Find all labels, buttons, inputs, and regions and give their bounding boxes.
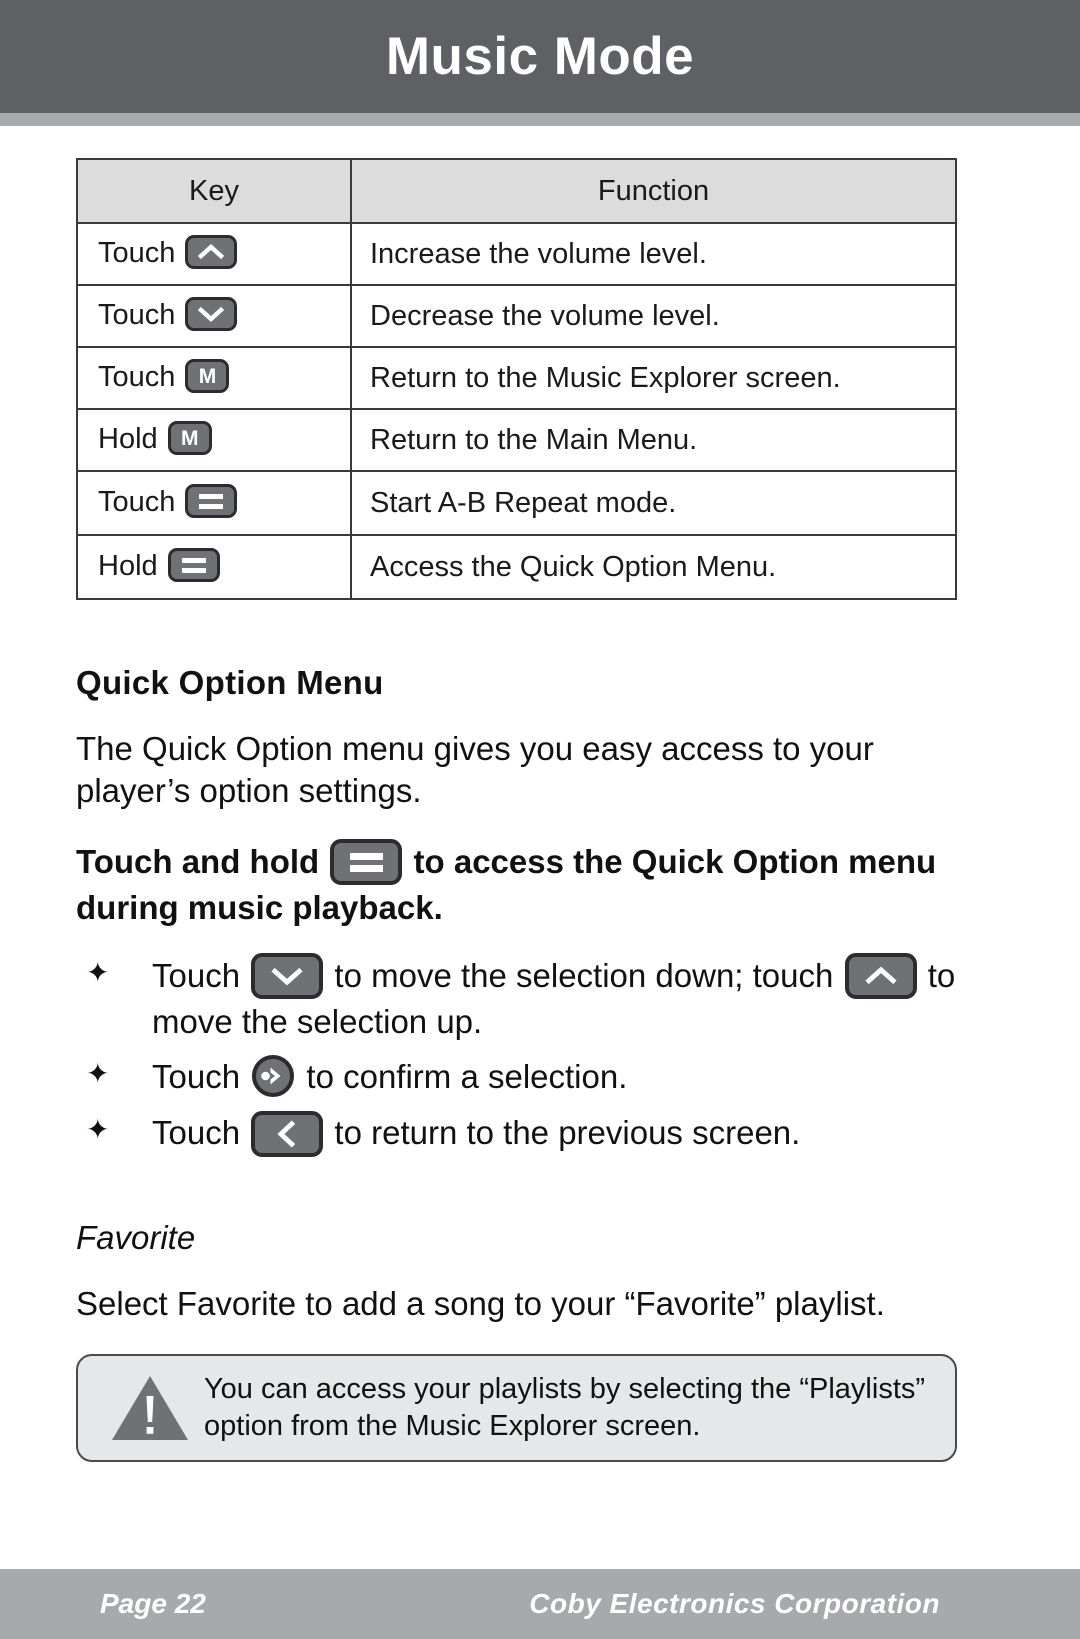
favorite-heading: Favorite [76,1218,196,1256]
page-header: Music Mode [0,0,1080,113]
key-action-label: Hold [98,549,158,582]
function-cell: Access the Quick Option Menu. [350,534,957,600]
function-cell: Start A-B Repeat mode. [350,470,957,536]
table-header: Key Function [76,158,957,224]
menu-bars-icon [185,484,238,519]
table-row: Hold M Return to the Main Menu. [76,408,957,472]
menu-bars-icon [330,839,403,886]
bullet-star-icon: ✦ [86,957,110,989]
chevron-left-icon [251,1110,324,1157]
note-text: You can access your playlists by selecti… [204,1372,926,1443]
page-title: Music Mode [385,27,695,86]
quick-option-bullet-list: ✦ Touch to move the selection down; touc… [76,953,1004,1159]
chevron-up-icon [844,953,917,1000]
key-action-label: Touch [98,485,176,518]
function-cell: Return to the Main Menu. [350,408,957,472]
page-content: Key Function Touch Increase the volume l… [0,158,1080,1463]
volume-up-icon [185,235,238,270]
key-cell: Hold M [76,408,352,472]
confirm-play-icon [252,1055,295,1098]
page-number: Page 22 [100,1588,206,1619]
key-action-label: Touch [98,360,176,393]
bullet-text-part2: to move the selection down; touch [334,957,834,995]
key-cell: Touch [76,470,352,536]
quick-option-heading: Quick Option Menu [76,664,384,701]
key-cell: Touch [76,222,352,286]
key-cell: Touch M [76,346,352,410]
bullet-star-icon: ✦ [86,1114,110,1146]
column-header-key: Key [76,158,352,224]
key-cell: Hold [76,534,352,600]
key-action-label: Touch [98,236,176,269]
m-key-icon: M [185,359,230,394]
table-row: Touch Decrease the volume level. [76,284,957,348]
list-item: ✦ Touch to move the selection down; touc… [76,953,1004,1044]
bullet-text-part2: to return to the previous screen. [334,1114,801,1152]
key-action-label: Touch [98,298,176,331]
quick-option-intro: The Quick Option menu gives you easy acc… [76,730,874,809]
table-row: Touch Start A-B Repeat mode. [76,470,957,536]
table-header-row: Key Function [76,158,957,224]
note-box: You can access your playlists by selecti… [76,1354,957,1463]
key-function-table: Key Function Touch Increase the volume l… [76,158,957,600]
bullet-star-icon: ✦ [86,1058,110,1090]
bullet-text-part1: Touch [152,1058,241,1096]
chevron-down-icon [251,953,324,1000]
favorite-text: Select Favorite to add a song to your “F… [76,1284,885,1322]
column-header-function: Function [350,158,957,224]
menu-bars-icon [167,548,220,583]
page-footer: Page 22 Coby Electronics Corporation [0,1569,1080,1639]
company-name: Coby Electronics Corporation [529,1588,940,1619]
list-item: ✦ Touch to confirm a selection. [76,1055,1004,1100]
m-key-icon: M [167,421,212,456]
table-row: Touch M Return to the Music Explorer scr… [76,346,957,410]
bullet-text-part2: to confirm a selection. [306,1058,628,1096]
quick-option-instruction: Touch and hold to access the Quick Optio… [76,839,956,929]
warning-triangle-icon [96,1372,204,1444]
function-cell: Decrease the volume level. [350,284,957,348]
instruction-text-before: Touch and hold [76,843,320,881]
key-cell: Touch [76,284,352,348]
function-cell: Return to the Music Explorer screen. [350,346,957,410]
volume-down-icon [185,297,238,332]
table-row: Touch Increase the volume level. [76,222,957,286]
bullet-text-part1: Touch [152,957,241,995]
key-action-label: Hold [98,422,158,455]
table-row: Hold Access the Quick Option Menu. [76,534,957,600]
bullet-text-part1: Touch [152,1114,241,1152]
table-body: Touch Increase the volume level. Touch D… [76,222,957,600]
function-cell: Increase the volume level. [350,222,957,286]
header-accent-strip [0,113,1080,126]
list-item: ✦ Touch to return to the previous screen… [76,1110,1004,1158]
